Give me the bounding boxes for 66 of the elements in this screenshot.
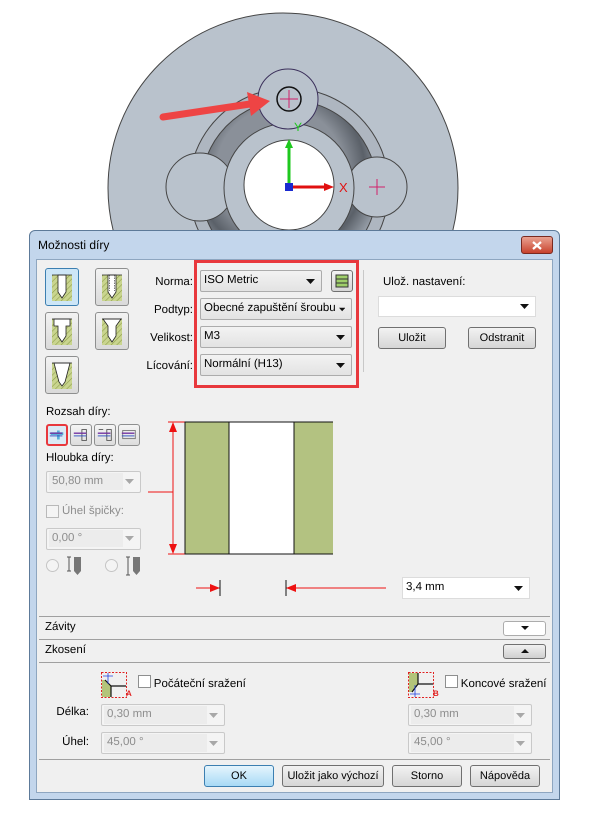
axis-label: X	[339, 180, 348, 195]
hole-type-icon	[50, 272, 74, 302]
field-label: Podtyp:	[154, 303, 193, 318]
section-title: Závity	[45, 620, 76, 636]
hole-extent-button[interactable]	[46, 424, 68, 446]
field-label: Délka:	[56, 705, 89, 720]
close-button[interactable]	[521, 236, 553, 254]
checkbox-label: Počáteční sražení	[154, 677, 246, 692]
field-label: Lícování:	[146, 359, 193, 374]
hole-type-button[interactable]	[45, 312, 79, 350]
hole-type-icon	[50, 360, 74, 390]
dropdown-caret-icon	[520, 304, 529, 310]
dropdown[interactable]: M3	[200, 326, 352, 348]
dialog-button[interactable]: Uložit jako výchozí	[282, 765, 384, 787]
section-title: Zkosení	[45, 643, 86, 658]
dialog-title: Možnosti díry	[37, 237, 110, 254]
hole-type-icon	[100, 272, 124, 302]
hole-type-icon	[50, 316, 74, 346]
chamfer-marker: A	[126, 690, 132, 698]
close-icon	[532, 240, 542, 250]
hole-type-button[interactable]	[95, 312, 129, 350]
dropdown-caret-icon	[516, 740, 525, 746]
hole-extent-button[interactable]	[118, 424, 140, 446]
dialog-button[interactable]: Odstranit	[468, 327, 536, 350]
caret-up-icon	[520, 649, 528, 653]
dropdown-caret-icon	[338, 306, 345, 312]
dialog-button[interactable]: OK	[204, 765, 274, 787]
field-label: Ulož. nastavení:	[382, 275, 466, 290]
hole-type-button[interactable]	[95, 268, 129, 306]
dropdown-caret-icon	[125, 479, 134, 484]
checkbox-label: Úhel špičky:	[62, 503, 124, 518]
checkbox-label: Koncové sražení	[460, 677, 546, 692]
dropdown-caret-icon	[209, 712, 218, 718]
dropdown[interactable]: ISO Metric	[200, 270, 322, 292]
diameter-dropdown[interactable]: 3,4 mm	[402, 577, 530, 599]
dropdown-caret-icon	[514, 586, 523, 590]
depth-measure-icon	[124, 556, 142, 576]
field-label: Hloubka díry:	[46, 451, 115, 466]
hole-type-icon	[100, 316, 124, 346]
chamfer-icon	[408, 672, 434, 698]
table-button[interactable]	[331, 270, 353, 292]
dropdown-caret-icon	[125, 536, 134, 542]
hole-extent-button[interactable]	[94, 424, 116, 446]
dialog-button[interactable]: Storno	[392, 765, 462, 787]
hole-type-button[interactable]	[45, 268, 79, 306]
field-label: Rozsah díry:	[46, 405, 112, 420]
dropdown[interactable]: Normální (H13)	[200, 354, 352, 376]
dropdown-caret-icon	[336, 362, 345, 368]
dialog-button[interactable]: Nápověda	[470, 765, 540, 787]
hole-extent-button[interactable]	[70, 424, 92, 446]
dropdown-caret-icon	[516, 712, 525, 718]
field-label: Velikost:	[150, 331, 193, 346]
hole-type-button[interactable]	[45, 356, 79, 394]
field-label: Norma:	[155, 275, 193, 290]
caret-down-icon	[520, 626, 528, 630]
dropdown-caret-icon	[306, 278, 315, 284]
depth-measure-icon	[65, 556, 83, 576]
section-toggle-button[interactable]	[503, 644, 546, 658]
dropdown-caret-icon	[336, 334, 345, 340]
table-icon	[335, 274, 349, 288]
dropdown[interactable]: Obecné zapuštění šroubu	[200, 298, 352, 320]
field-label: Úhel:	[62, 734, 89, 750]
chamfer-icon	[101, 672, 127, 698]
dropdown-caret-icon	[209, 740, 218, 746]
dialog-button[interactable]: Uložit	[378, 327, 446, 350]
section-toggle-button[interactable]	[503, 620, 546, 636]
